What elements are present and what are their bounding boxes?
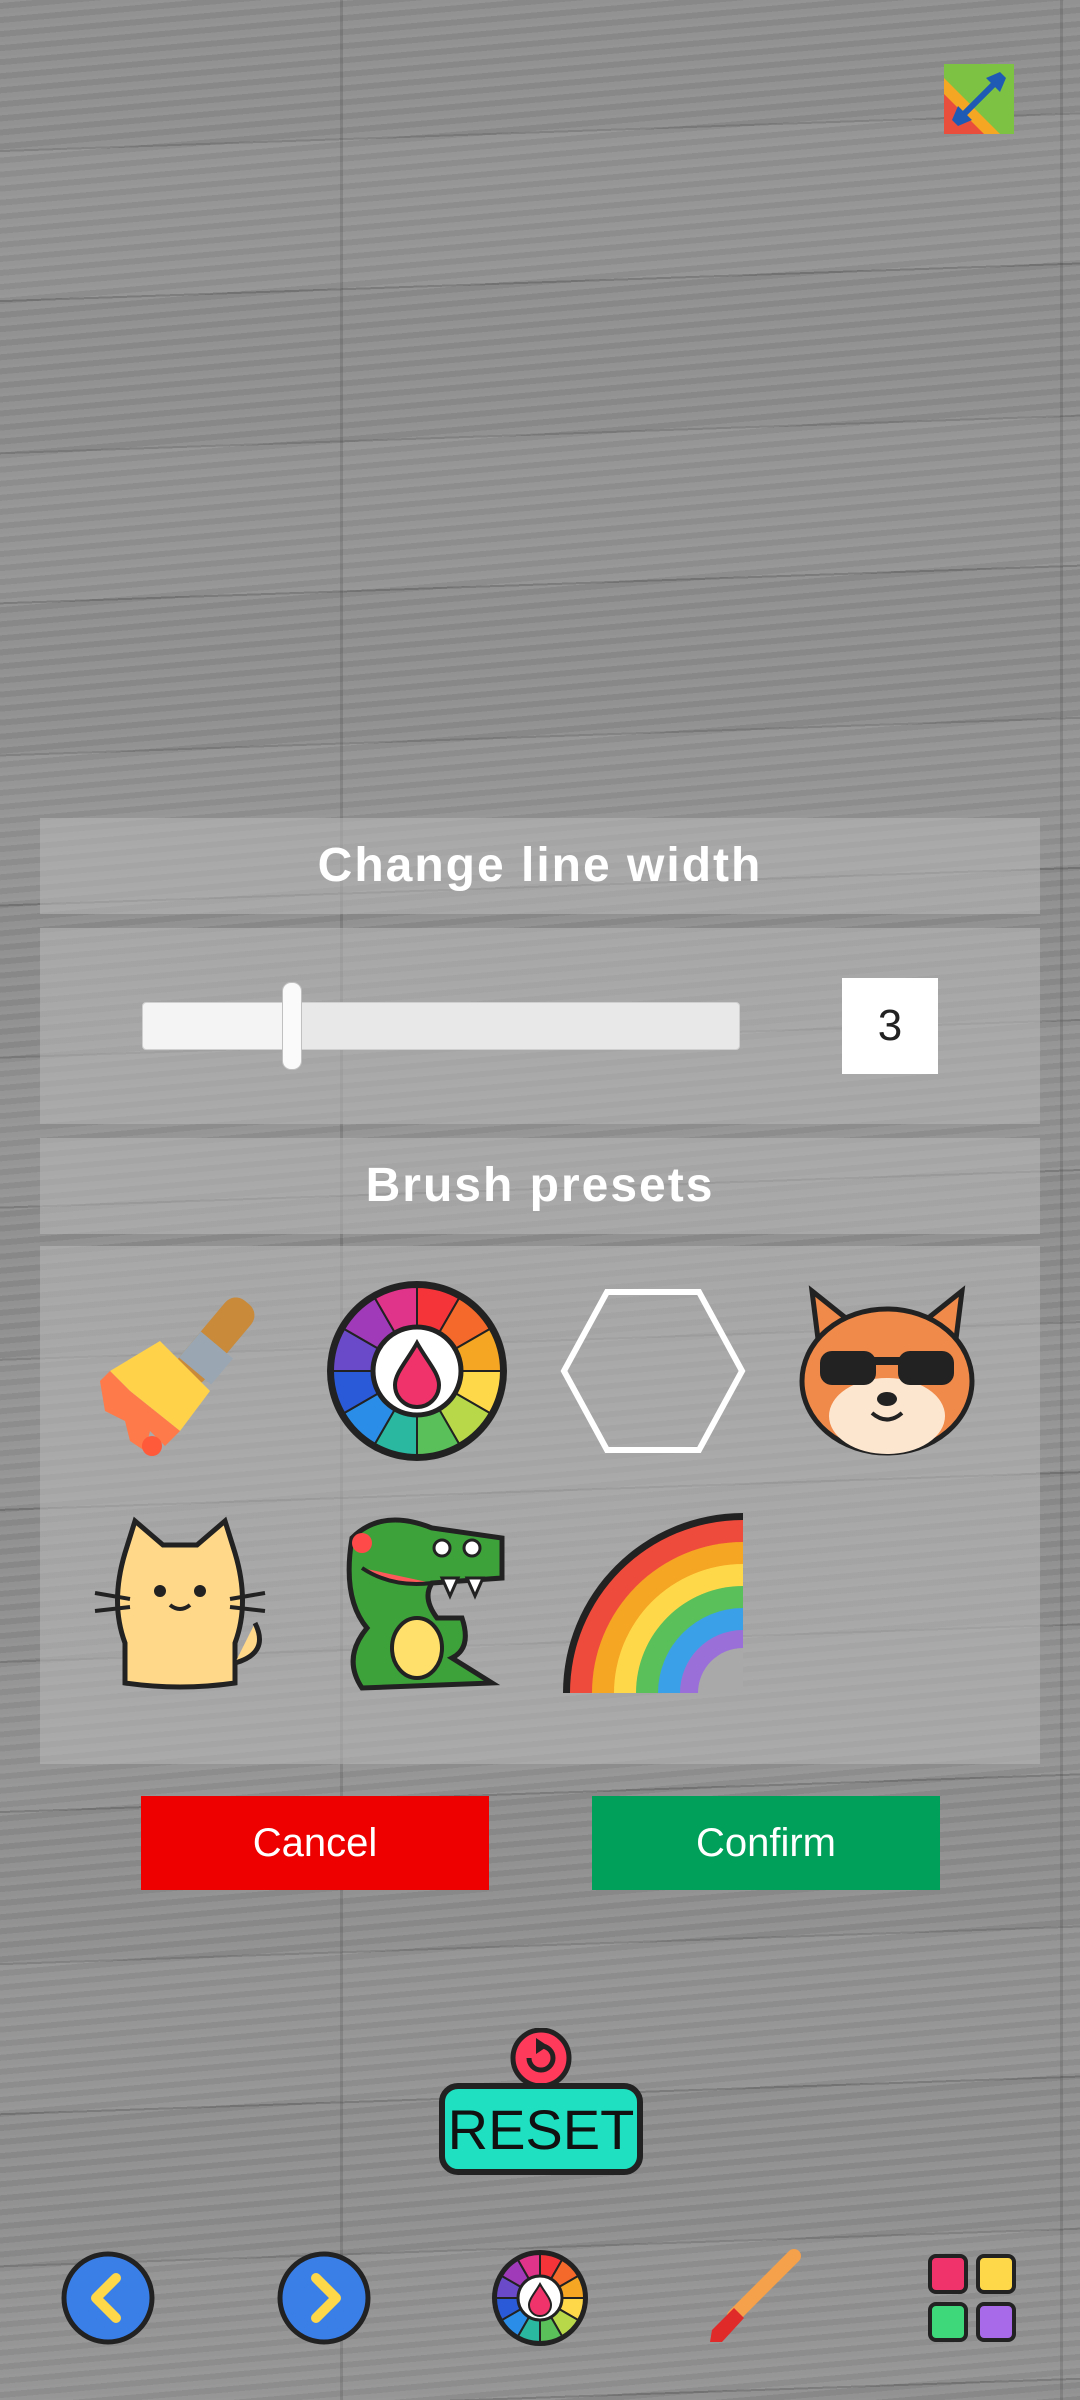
grid-icon[interactable] bbox=[922, 2248, 1022, 2348]
reset-label: RESET bbox=[447, 2097, 635, 2161]
line-width-title: Change line width bbox=[40, 818, 1040, 914]
preset-cat-icon[interactable] bbox=[85, 1508, 275, 1698]
preset-hexagon-icon[interactable] bbox=[558, 1276, 748, 1466]
cancel-button[interactable]: Cancel bbox=[141, 1796, 489, 1890]
forward-icon[interactable] bbox=[274, 2248, 374, 2348]
preset-crocodile-icon[interactable] bbox=[322, 1508, 512, 1698]
preset-paint-brush-icon[interactable] bbox=[85, 1276, 275, 1466]
confirm-button[interactable]: Confirm bbox=[592, 1796, 940, 1890]
slider-thumb[interactable] bbox=[282, 982, 302, 1070]
reset-button[interactable]: RESET bbox=[436, 2028, 646, 2176]
line-width-value[interactable]: 3 bbox=[842, 978, 938, 1074]
line-width-panel: 3 bbox=[40, 928, 1040, 1124]
brush-presets-title: Brush presets bbox=[40, 1138, 1040, 1234]
preset-rainbow-icon[interactable] bbox=[558, 1508, 748, 1698]
color-wheel-icon[interactable] bbox=[490, 2248, 590, 2348]
resize-icon[interactable] bbox=[944, 64, 1014, 134]
back-icon[interactable] bbox=[58, 2248, 158, 2348]
brush-icon[interactable] bbox=[704, 2248, 804, 2348]
preset-color-wheel-icon[interactable] bbox=[322, 1276, 512, 1466]
preset-shiba-sunglasses-icon[interactable] bbox=[792, 1276, 982, 1466]
line-width-slider[interactable] bbox=[142, 1002, 740, 1050]
slider-fill bbox=[143, 1003, 292, 1049]
brush-presets-panel bbox=[40, 1246, 1040, 1764]
